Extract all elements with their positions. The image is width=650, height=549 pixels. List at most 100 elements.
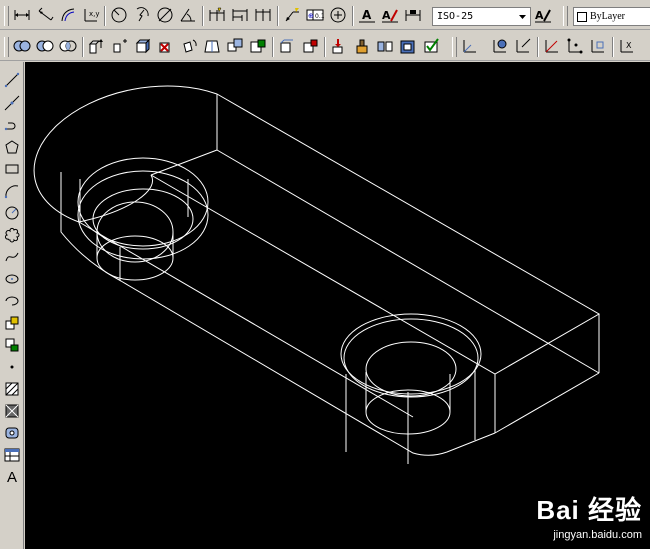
center-mark-icon[interactable] bbox=[328, 5, 348, 25]
chevron-down-icon[interactable] bbox=[515, 9, 529, 24]
tolerance-icon[interactable]: ⊕ 0.1 bbox=[305, 5, 325, 25]
ellipse-icon[interactable] bbox=[2, 269, 22, 289]
insert-block-icon[interactable] bbox=[2, 313, 22, 333]
arc-icon[interactable] bbox=[2, 181, 22, 201]
intersect-icon[interactable] bbox=[58, 36, 78, 56]
revision-cloud-icon[interactable] bbox=[2, 225, 22, 245]
solids-toolbar: X bbox=[0, 33, 650, 61]
angular-dimension-icon[interactable] bbox=[178, 5, 198, 25]
drawing-canvas[interactable]: Bai 经验 jingyan.baidu.com bbox=[25, 62, 650, 549]
spline-icon[interactable] bbox=[2, 247, 22, 267]
table-icon[interactable] bbox=[2, 445, 22, 465]
diameter-dimension-icon[interactable] bbox=[155, 5, 175, 25]
union-icon[interactable] bbox=[12, 36, 32, 56]
toolbar-grip[interactable] bbox=[4, 37, 9, 57]
right-bottom-edge bbox=[494, 372, 600, 434]
watermark-url: jingyan.baidu.com bbox=[553, 529, 642, 541]
ucs-world-icon[interactable] bbox=[490, 36, 510, 56]
toolbar-grip[interactable] bbox=[563, 6, 568, 26]
point-icon[interactable] bbox=[2, 357, 22, 377]
right-counterbore-outer-2 bbox=[343, 318, 479, 398]
multiline-text-tool[interactable]: A bbox=[2, 467, 22, 487]
toolbar-separator bbox=[82, 37, 84, 57]
region-icon[interactable] bbox=[2, 423, 22, 443]
ucs-origin-icon[interactable] bbox=[513, 36, 533, 56]
clean-icon[interactable] bbox=[352, 36, 372, 56]
separate-icon[interactable] bbox=[375, 36, 395, 56]
svg-text:A: A bbox=[382, 9, 391, 22]
extrude-faces-icon[interactable] bbox=[87, 36, 107, 56]
toolbar-separator bbox=[352, 6, 354, 26]
top-face-outline bbox=[33, 85, 601, 375]
toolbar-grip[interactable] bbox=[452, 37, 457, 57]
aligned-dimension-icon[interactable] bbox=[35, 5, 55, 25]
quick-leader-icon[interactable] bbox=[282, 5, 302, 25]
polygon-icon[interactable] bbox=[2, 137, 22, 157]
svg-text:0.1: 0.1 bbox=[315, 13, 324, 20]
dimension-toolbar: x,y ⊕ 0.1 A A ISO-25 A ByLayer bbox=[0, 2, 650, 30]
back-inner-edge bbox=[150, 149, 218, 176]
ucs-x-rotate-icon[interactable]: X bbox=[617, 36, 637, 56]
check-icon[interactable] bbox=[421, 36, 441, 56]
svg-text:A: A bbox=[535, 9, 544, 22]
ucs-icon[interactable] bbox=[460, 36, 480, 56]
dimension-update-icon[interactable] bbox=[403, 5, 423, 25]
draw-toolbar: A bbox=[0, 62, 24, 549]
ordinate-dimension-icon[interactable]: x,y bbox=[81, 5, 101, 25]
rotate-faces-icon[interactable] bbox=[179, 36, 199, 56]
front-top-edge bbox=[78, 221, 414, 418]
circle-icon[interactable] bbox=[2, 203, 22, 223]
linear-dimension-icon[interactable] bbox=[12, 5, 32, 25]
ucs-3point-icon[interactable] bbox=[565, 36, 585, 56]
layer-combo-value: ByLayer bbox=[590, 11, 625, 22]
copy-faces-icon[interactable] bbox=[225, 36, 245, 56]
toolbar-separator bbox=[202, 6, 204, 26]
shell-icon[interactable] bbox=[398, 36, 418, 56]
taper-faces-icon[interactable] bbox=[202, 36, 222, 56]
imprint-icon[interactable] bbox=[329, 36, 349, 56]
jogged-dimension-icon[interactable] bbox=[132, 5, 152, 25]
quick-dimension-icon[interactable] bbox=[207, 5, 227, 25]
gradient-icon[interactable] bbox=[2, 401, 22, 421]
ucs-object-icon[interactable] bbox=[588, 36, 608, 56]
baseline-dimension-icon[interactable] bbox=[230, 5, 250, 25]
svg-text:⊕: ⊕ bbox=[308, 12, 314, 20]
layer-combo[interactable]: ByLayer bbox=[573, 7, 650, 26]
dimension-style-combo[interactable]: ISO-25 bbox=[432, 7, 531, 26]
svg-text:x,y: x,y bbox=[89, 10, 100, 18]
multiline-text-label: A bbox=[6, 468, 17, 486]
offset-faces-icon[interactable] bbox=[133, 36, 153, 56]
move-faces-icon[interactable] bbox=[110, 36, 130, 56]
toolbar-separator bbox=[612, 37, 614, 57]
color-swatch bbox=[577, 12, 587, 22]
toolbar-separator bbox=[537, 37, 539, 57]
radius-dimension-icon[interactable] bbox=[109, 5, 129, 25]
make-block-icon[interactable] bbox=[2, 335, 22, 355]
color-faces-icon[interactable] bbox=[248, 36, 268, 56]
dimension-style-icon[interactable]: A bbox=[533, 5, 553, 25]
3d-part-wireframe bbox=[33, 85, 601, 464]
polyline-icon[interactable] bbox=[2, 115, 22, 135]
subtract-icon[interactable] bbox=[35, 36, 55, 56]
toolbar-separator bbox=[277, 6, 279, 26]
construction-line-icon[interactable] bbox=[2, 93, 22, 113]
delete-faces-icon[interactable] bbox=[156, 36, 176, 56]
rectangle-icon[interactable] bbox=[2, 159, 22, 179]
dimension-edit-icon[interactable]: A bbox=[357, 5, 377, 25]
svg-text:A: A bbox=[362, 8, 372, 22]
ucs-zaxis-icon[interactable] bbox=[542, 36, 562, 56]
hatch-icon[interactable] bbox=[2, 379, 22, 399]
color-edges-icon[interactable] bbox=[300, 36, 320, 56]
left-counterbore-rim bbox=[92, 188, 194, 250]
line-icon[interactable] bbox=[2, 70, 22, 90]
watermark: Bai 经验 jingyan.baidu.com bbox=[536, 490, 642, 541]
toolbar-grip[interactable] bbox=[4, 6, 9, 26]
dimension-text-edit-icon[interactable]: A bbox=[380, 5, 400, 25]
left-hole-top bbox=[96, 201, 174, 263]
back-bottom-edge bbox=[216, 149, 600, 374]
arc-length-dimension-icon[interactable] bbox=[58, 5, 78, 25]
ellipse-arc-icon[interactable] bbox=[2, 291, 22, 311]
front-bottom-edge bbox=[60, 172, 496, 456]
continue-dimension-icon[interactable] bbox=[253, 5, 273, 25]
copy-edges-icon[interactable] bbox=[277, 36, 297, 56]
